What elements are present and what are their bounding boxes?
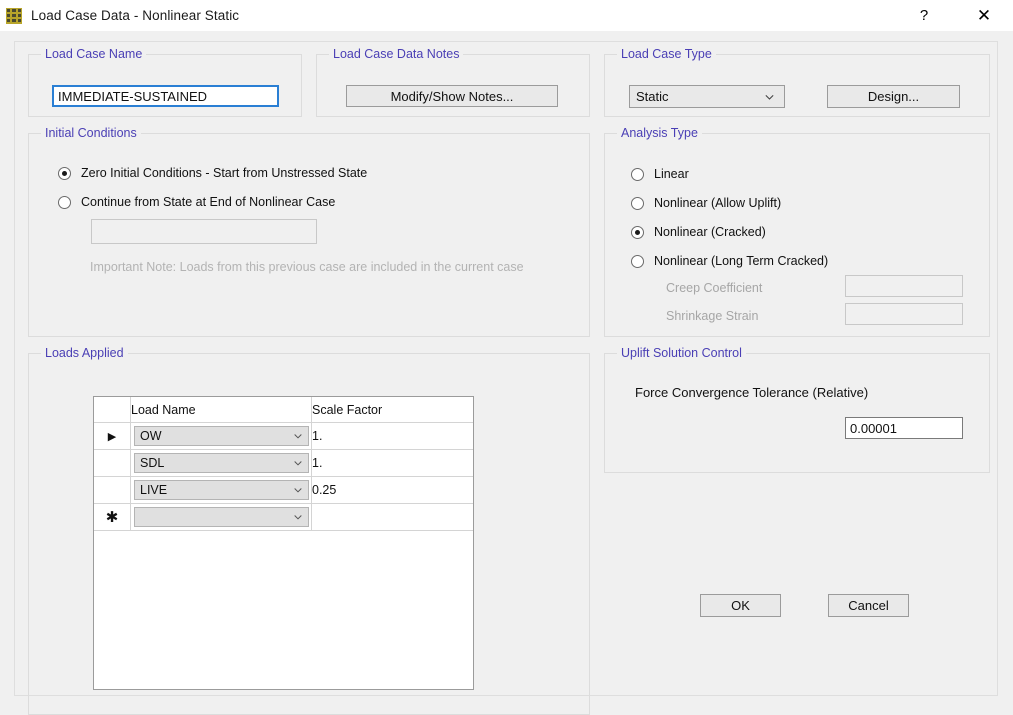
chevron-down-icon bbox=[765, 94, 774, 100]
shrinkage-strain-input[interactable] bbox=[845, 303, 963, 325]
close-button[interactable]: ✕ bbox=[961, 0, 1007, 31]
load-name-cell[interactable]: OW bbox=[130, 422, 312, 450]
help-button[interactable]: ? bbox=[901, 0, 947, 31]
scale-factor-cell[interactable] bbox=[311, 503, 473, 531]
load-name-select[interactable]: OW bbox=[134, 426, 309, 446]
ok-button[interactable]: OK bbox=[700, 594, 781, 617]
title-bar: Load Case Data - Nonlinear Static ? ✕ bbox=[0, 0, 1013, 31]
radio-indicator-linear[interactable] bbox=[631, 167, 644, 181]
radio-indicator-continue-from-state[interactable] bbox=[58, 195, 71, 209]
group-title-initial-conditions: Initial Conditions bbox=[41, 126, 141, 140]
load-name-cell[interactable] bbox=[130, 503, 312, 531]
scale-factor-cell[interactable]: 0.25 bbox=[311, 476, 473, 504]
load-name-value: LIVE bbox=[140, 483, 168, 497]
row-current-marker-icon: ▶ bbox=[107, 431, 117, 443]
radio-indicator-nonlinear-allow-uplift[interactable] bbox=[631, 196, 644, 210]
scale-factor-cell[interactable]: 1. bbox=[311, 422, 473, 450]
radio-linear[interactable]: Linear bbox=[631, 167, 689, 181]
radio-nonlinear-allow-uplift[interactable]: Nonlinear (Allow Uplift) bbox=[631, 196, 781, 210]
force-convergence-tolerance-label: Force Convergence Tolerance (Relative) bbox=[635, 385, 869, 400]
modify-show-notes-button[interactable]: Modify/Show Notes... bbox=[346, 85, 558, 107]
previous-nonlinear-case-input[interactable] bbox=[91, 219, 317, 244]
dialog-body: Load Case Name IMMEDIATE-SUSTAINED Load … bbox=[0, 31, 1013, 715]
grid-empty-area bbox=[94, 531, 473, 689]
column-header-scale-factor: Scale Factor bbox=[311, 397, 473, 423]
radio-zero-initial-conditions[interactable]: Zero Initial Conditions - Start from Uns… bbox=[58, 166, 367, 180]
column-header-load-name: Load Name bbox=[130, 397, 312, 423]
chevron-down-icon bbox=[294, 515, 302, 520]
table-header-row: Load Name Scale Factor bbox=[94, 397, 473, 423]
radio-indicator-nonlinear-cracked[interactable] bbox=[631, 225, 644, 239]
radio-label-nonlinear-cracked: Nonlinear (Cracked) bbox=[654, 225, 766, 239]
radio-label-continue-from-state: Continue from State at End of Nonlinear … bbox=[81, 195, 336, 209]
group-title-load-case-data-notes: Load Case Data Notes bbox=[329, 47, 464, 61]
new-row-asterisk-icon: ✱ bbox=[105, 508, 119, 526]
group-title-load-case-type: Load Case Type bbox=[617, 47, 716, 61]
loads-table-body: ▶ OW 1. SDL 1. LIVE 0.25 ✱ bbox=[94, 422, 473, 531]
load-case-name-input[interactable]: IMMEDIATE-SUSTAINED bbox=[52, 85, 279, 107]
loads-table-header: Load Name Scale Factor bbox=[94, 397, 473, 423]
table-row[interactable]: SDL 1. bbox=[94, 449, 473, 477]
radio-indicator-nonlinear-long-term-cracked[interactable] bbox=[631, 254, 644, 268]
radio-continue-from-state[interactable]: Continue from State at End of Nonlinear … bbox=[58, 195, 335, 209]
group-uplift-solution-control: Uplift Solution Control bbox=[604, 346, 990, 473]
table-row[interactable]: LIVE 0.25 bbox=[94, 476, 473, 504]
loads-applied-grid[interactable]: Load Name Scale Factor ▶ OW 1. SDL 1. LI… bbox=[93, 396, 474, 690]
radio-label-zero-initial-conditions: Zero Initial Conditions - Start from Uns… bbox=[81, 166, 368, 180]
radio-indicator-zero-initial-conditions[interactable] bbox=[58, 166, 71, 180]
window-title: Load Case Data - Nonlinear Static bbox=[31, 8, 240, 23]
radio-label-nonlinear-allow-uplift: Nonlinear (Allow Uplift) bbox=[654, 196, 782, 210]
group-title-loads-applied: Loads Applied bbox=[41, 346, 128, 360]
group-title-load-case-name: Load Case Name bbox=[41, 47, 147, 61]
design-button[interactable]: Design... bbox=[827, 85, 960, 108]
row-selector-cell[interactable]: ▶ bbox=[94, 422, 131, 450]
table-row-new[interactable]: ✱ bbox=[94, 503, 473, 531]
load-name-cell[interactable]: SDL bbox=[130, 449, 312, 477]
row-selector-cell[interactable]: ✱ bbox=[94, 503, 131, 531]
loads-table: Load Name Scale Factor ▶ OW 1. SDL 1. LI… bbox=[94, 397, 473, 531]
row-selector-cell[interactable] bbox=[94, 476, 131, 504]
radio-label-linear: Linear bbox=[654, 167, 689, 181]
load-name-cell[interactable]: LIVE bbox=[130, 476, 312, 504]
load-name-select[interactable]: SDL bbox=[134, 453, 309, 473]
radio-nonlinear-long-term-cracked[interactable]: Nonlinear (Long Term Cracked) bbox=[631, 254, 828, 268]
row-selector-cell[interactable] bbox=[94, 449, 131, 477]
radio-label-nonlinear-long-term-cracked: Nonlinear (Long Term Cracked) bbox=[654, 254, 829, 268]
load-name-value: SDL bbox=[140, 456, 165, 470]
group-title-analysis-type: Analysis Type bbox=[617, 126, 702, 140]
load-name-select[interactable]: LIVE bbox=[134, 480, 309, 500]
force-convergence-tolerance-input[interactable]: 0.00001 bbox=[845, 417, 963, 439]
column-header-selector bbox=[94, 397, 131, 423]
creep-coefficient-input[interactable] bbox=[845, 275, 963, 297]
load-name-select[interactable] bbox=[134, 507, 309, 527]
load-case-type-value: Static bbox=[636, 89, 669, 104]
load-case-type-select[interactable]: Static bbox=[629, 85, 785, 108]
scale-factor-cell[interactable]: 1. bbox=[311, 449, 473, 477]
load-name-value: OW bbox=[140, 429, 162, 443]
app-grid-icon bbox=[6, 7, 22, 24]
chevron-down-icon bbox=[294, 488, 302, 493]
chevron-down-icon bbox=[294, 461, 302, 466]
shrinkage-strain-label: Shrinkage Strain bbox=[666, 309, 759, 323]
cancel-button[interactable]: Cancel bbox=[828, 594, 909, 617]
chevron-down-icon bbox=[294, 434, 302, 439]
initial-conditions-note: Important Note: Loads from this previous… bbox=[90, 260, 524, 274]
creep-coefficient-label: Creep Coefficient bbox=[666, 281, 763, 295]
group-title-uplift-solution-control: Uplift Solution Control bbox=[617, 346, 746, 360]
table-row[interactable]: ▶ OW 1. bbox=[94, 422, 473, 450]
radio-nonlinear-cracked[interactable]: Nonlinear (Cracked) bbox=[631, 225, 766, 239]
